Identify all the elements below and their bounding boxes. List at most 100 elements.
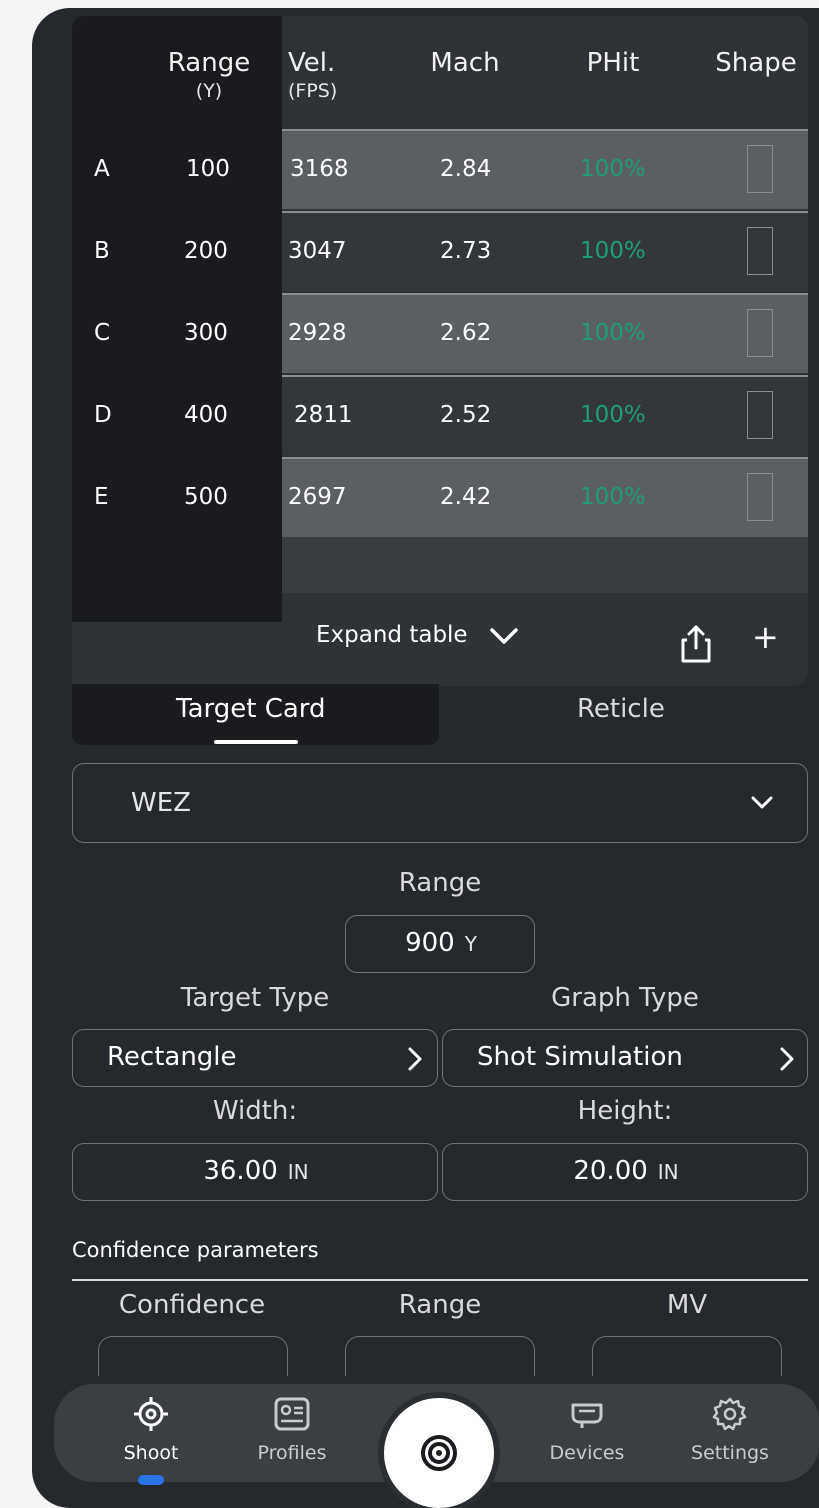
header-phit: PHit xyxy=(586,48,640,78)
confidence-section-title: Confidence parameters xyxy=(72,1238,319,1262)
row-mach: 2.84 xyxy=(440,156,492,182)
row-phit: 100% xyxy=(580,320,646,346)
chevron-right-icon xyxy=(408,1047,422,1071)
table-header: Range (Y) Vel. (FPS) Mach PHit Shape xyxy=(72,16,808,129)
app-screen: Range (Y) Vel. (FPS) Mach PHit Shape A 1… xyxy=(32,8,819,1508)
confidence-column-label: Confidence xyxy=(118,1290,266,1320)
width-value: 36.00 xyxy=(203,1156,278,1186)
height-unit: IN xyxy=(657,1160,679,1184)
header-velocity-unit: (FPS) xyxy=(288,80,338,102)
nav-devices[interactable]: Devices xyxy=(537,1396,637,1464)
mode-select-value: WEZ xyxy=(131,788,191,818)
section-divider xyxy=(72,1279,808,1281)
device-icon xyxy=(571,1403,603,1428)
target-type-label: Target Type xyxy=(180,983,330,1013)
confidence-range-input[interactable] xyxy=(345,1336,535,1376)
tab-bar: Target Card Reticle xyxy=(72,684,808,746)
nav-settings[interactable]: Settings xyxy=(680,1396,780,1464)
target-shape-thumbnail xyxy=(747,227,773,275)
graph-type-label: Graph Type xyxy=(551,983,699,1013)
row-range: 200 xyxy=(184,238,228,264)
confidence-range-label: Range xyxy=(398,1290,482,1320)
height-label: Height: xyxy=(577,1096,673,1126)
share-icon[interactable] xyxy=(678,624,714,664)
graph-type-value: Shot Simulation xyxy=(477,1042,683,1072)
tab-reticle-label: Reticle xyxy=(577,694,665,724)
header-velocity-label: Vel. xyxy=(288,48,336,78)
row-label: C xyxy=(94,320,111,346)
target-type-value: Rectangle xyxy=(107,1042,237,1072)
tab-target-card-label: Target Card xyxy=(176,694,326,724)
nav-devices-label: Devices xyxy=(549,1442,625,1464)
table-row[interactable]: A 100 3168 2.84 100% xyxy=(72,129,808,209)
chevron-down-icon xyxy=(751,796,773,809)
table-row[interactable]: C 300 2928 2.62 100% xyxy=(72,293,808,373)
chevron-down-icon xyxy=(490,627,518,644)
height-value: 20.00 xyxy=(573,1156,648,1186)
confidence-mv-label: MV xyxy=(666,1290,708,1320)
height-input[interactable]: 20.00 IN xyxy=(442,1143,808,1201)
row-label: A xyxy=(94,156,110,182)
tab-target-card[interactable]: Target Card xyxy=(72,684,439,745)
row-mach: 2.62 xyxy=(440,320,492,346)
row-range: 400 xyxy=(184,402,228,428)
header-range-unit: (Y) xyxy=(195,80,223,102)
table-row[interactable]: E 500 2697 2.42 100% xyxy=(72,457,808,537)
table-row[interactable]: D 400 2811 2.52 100% xyxy=(72,375,808,455)
nav-shoot-label: Shoot xyxy=(123,1442,179,1464)
row-phit: 100% xyxy=(580,238,646,264)
active-tab-indicator xyxy=(214,740,298,744)
confidence-mv-input[interactable] xyxy=(592,1336,782,1376)
profile-card-icon xyxy=(274,1397,310,1431)
row-range: 300 xyxy=(184,320,228,346)
row-velocity: 2697 xyxy=(288,484,347,510)
row-phit: 100% xyxy=(580,156,646,182)
row-label: E xyxy=(94,484,109,510)
crosshair-icon xyxy=(134,1397,168,1431)
expand-table-button[interactable]: Expand table xyxy=(316,622,519,648)
header-mach: Mach xyxy=(430,48,500,78)
range-label: Range xyxy=(398,868,482,898)
mode-select[interactable]: WEZ xyxy=(72,763,808,843)
header-range-label: Range xyxy=(167,48,251,78)
header-velocity: Vel. (FPS) xyxy=(288,48,368,102)
table-empty-row xyxy=(282,537,808,593)
graph-type-select[interactable]: Shot Simulation xyxy=(442,1029,808,1087)
table-row[interactable]: B 200 3047 2.73 100% xyxy=(72,211,808,291)
row-mach: 2.73 xyxy=(440,238,492,264)
target-icon xyxy=(421,1435,457,1471)
gear-icon xyxy=(712,1397,747,1431)
tab-reticle[interactable]: Reticle xyxy=(439,684,808,745)
row-mach: 2.52 xyxy=(440,402,492,428)
target-shape-thumbnail xyxy=(747,473,773,521)
nav-profiles[interactable]: Profiles xyxy=(242,1396,342,1464)
target-shape-thumbnail xyxy=(747,309,773,357)
width-unit: IN xyxy=(287,1160,309,1184)
header-shape: Shape xyxy=(715,48,797,78)
row-label: B xyxy=(94,238,110,264)
ballistic-table: Range (Y) Vel. (FPS) Mach PHit Shape A 1… xyxy=(72,16,808,686)
target-shape-thumbnail xyxy=(747,145,773,193)
range-value: 900 xyxy=(405,928,455,958)
row-phit: 100% xyxy=(580,484,646,510)
row-phit: 100% xyxy=(580,402,646,428)
row-label: D xyxy=(94,402,112,428)
row-velocity: 2811 xyxy=(294,402,353,428)
target-shape-thumbnail xyxy=(747,391,773,439)
nav-shoot[interactable]: Shoot xyxy=(101,1396,201,1464)
nav-profiles-label: Profiles xyxy=(257,1442,327,1464)
row-velocity: 2928 xyxy=(288,320,347,346)
row-range: 500 xyxy=(184,484,228,510)
row-velocity: 3047 xyxy=(288,238,347,264)
chevron-right-icon xyxy=(780,1047,794,1071)
width-label: Width: xyxy=(212,1096,298,1126)
nav-settings-label: Settings xyxy=(691,1442,769,1464)
row-range: 100 xyxy=(186,156,230,182)
expand-table-label: Expand table xyxy=(316,622,468,648)
center-action-button[interactable] xyxy=(384,1398,494,1508)
width-input[interactable]: 36.00 IN xyxy=(72,1143,438,1201)
target-type-select[interactable]: Rectangle xyxy=(72,1029,438,1087)
plus-icon[interactable]: + xyxy=(752,618,779,656)
range-input[interactable]: 900 Y xyxy=(345,915,535,973)
confidence-input[interactable] xyxy=(98,1336,288,1376)
